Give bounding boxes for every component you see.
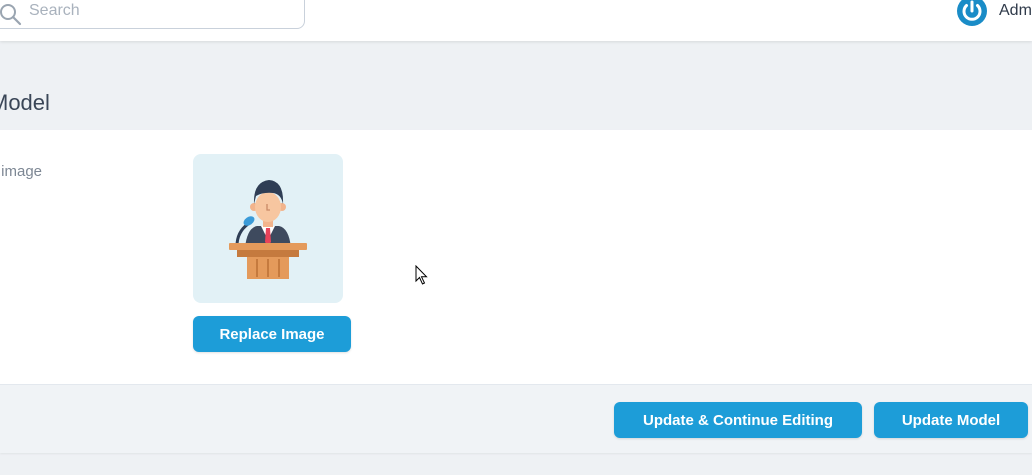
- speaker-at-podium-icon: [229, 180, 307, 279]
- search-icon: [0, 4, 22, 26]
- update-continue-editing-button[interactable]: Update & Continue Editing: [614, 402, 862, 438]
- form-footer: Update & Continue Editing Update Model: [0, 384, 1032, 453]
- power-icon: [957, 0, 987, 26]
- image-field-label: ile image: [0, 163, 43, 180]
- search-box[interactable]: [0, 0, 305, 29]
- search-input[interactable]: [29, 0, 289, 23]
- user-menu[interactable]: Admin: [955, 0, 1032, 28]
- replace-image-button[interactable]: Replace Image: [193, 316, 351, 352]
- top-bar: Admin: [0, 0, 1032, 41]
- image-preview: [193, 154, 343, 303]
- edit-form-card: ile image: [0, 130, 1032, 453]
- page-title: Model: [0, 90, 50, 115]
- user-name: Admin: [999, 2, 1032, 19]
- mouse-cursor-icon: [415, 265, 428, 285]
- update-model-button[interactable]: Update Model: [874, 402, 1028, 438]
